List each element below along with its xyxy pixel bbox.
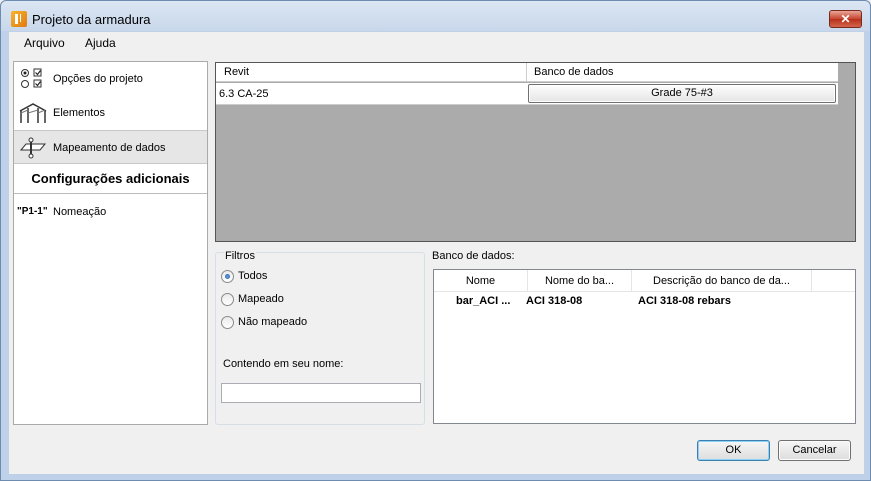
list-item[interactable]: bar_ACI ... ACI 318-08 ACI 318-08 rebars	[434, 293, 855, 311]
sidebar-item-elements[interactable]: Elementos	[14, 96, 207, 130]
sidebar-item-data-mapping[interactable]: Mapeamento de dados	[14, 130, 207, 164]
window-title: Projeto da armadura	[32, 12, 151, 27]
mapping-grid: Revit Banco de dados 6.3 CA-25 Grade 75-…	[215, 62, 856, 242]
dialog-window: Projeto da armadura ✕ Arquivo Ajuda Opçõ…	[0, 0, 871, 481]
filters-group: Filtros Todos Mapeado Não mapeado Conten…	[215, 250, 425, 425]
naming-icon: "P1-1"	[17, 206, 48, 217]
name-filter-input[interactable]	[221, 383, 421, 403]
grid-column-revit[interactable]: Revit	[224, 66, 249, 78]
radio-label: Mapeado	[238, 293, 284, 305]
menu-arquivo[interactable]: Arquivo	[24, 36, 65, 50]
dialog-client: Arquivo Ajuda Opções do projeto Elemento…	[9, 32, 864, 474]
sidebar-item-project-options[interactable]: Opções do projeto	[14, 62, 207, 96]
cancel-button[interactable]: Cancelar	[778, 440, 851, 461]
grid-column-database[interactable]: Banco de dados	[534, 66, 614, 78]
sidebar-item-label: Elementos	[53, 107, 105, 119]
grid-cell-database-button[interactable]: Grade 75-#3	[528, 84, 836, 103]
radio-button[interactable]	[221, 293, 234, 306]
db-column-description[interactable]: Descrição do banco de da...	[632, 270, 812, 292]
close-icon: ✕	[840, 12, 851, 26]
database-list: Nome Nome do ba... Descrição do banco de…	[433, 269, 856, 424]
grid-header: Revit Banco de dados	[216, 63, 838, 82]
sidebar-item-label: Mapeamento de dados	[53, 142, 166, 154]
menu-bar: Arquivo Ajuda	[9, 32, 864, 54]
title-bar[interactable]: Projeto da armadura ✕	[1, 1, 870, 33]
database-label: Banco de dados:	[432, 250, 515, 262]
db-column-db-name[interactable]: Nome do ba...	[528, 270, 632, 292]
ok-button[interactable]: OK	[697, 440, 770, 461]
db-cell-name: bar_ACI ...	[456, 295, 511, 307]
radio-button[interactable]	[221, 270, 234, 283]
database-list-header: Nome Nome do ba... Descrição do banco de…	[434, 270, 855, 292]
options-icon	[21, 68, 42, 88]
radio-label: Não mapeado	[238, 316, 308, 328]
grid-cell-revit: 6.3 CA-25	[219, 88, 269, 100]
sidebar-item-label: Nomeação	[53, 206, 107, 218]
sidebar-item-naming[interactable]: "P1-1" Nomeação	[14, 195, 207, 229]
radio-label: Todos	[238, 270, 268, 282]
menu-ajuda[interactable]: Ajuda	[85, 36, 116, 50]
db-cell-db-name: ACI 318-08	[526, 295, 583, 307]
elements-icon	[19, 103, 47, 123]
db-cell-description: ACI 318-08 rebars	[638, 295, 731, 307]
filters-legend: Filtros	[224, 250, 256, 262]
sidebar: Opções do projeto Elementos Mapeamento d…	[13, 61, 208, 425]
close-button[interactable]: ✕	[829, 10, 862, 28]
radio-button[interactable]	[221, 316, 234, 329]
data-mapping-icon	[19, 137, 47, 159]
db-column-name[interactable]: Nome	[434, 270, 528, 292]
additional-settings-header: Configurações adicionais	[14, 164, 207, 194]
name-filter-label: Contendo em seu nome:	[223, 358, 344, 370]
app-icon	[11, 11, 27, 27]
grid-row[interactable]: 6.3 CA-25 Grade 75-#3	[216, 83, 838, 105]
sidebar-item-label: Opções do projeto	[53, 73, 143, 85]
